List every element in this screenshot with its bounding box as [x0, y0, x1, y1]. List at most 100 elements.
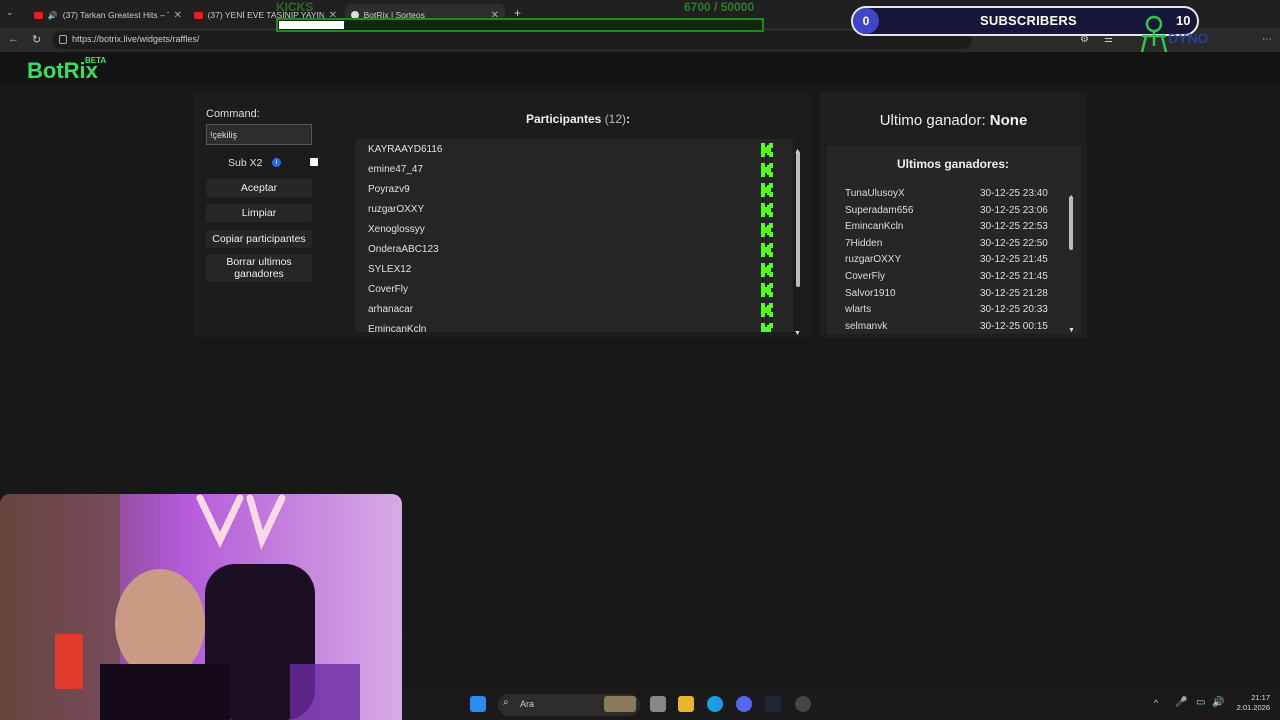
participants-count: (12)	[604, 112, 627, 126]
steam-icon[interactable]	[765, 696, 781, 712]
winner-name: wlarts	[845, 304, 872, 316]
site-info-icon[interactable]	[59, 35, 67, 44]
file-explorer-icon[interactable]	[678, 696, 694, 712]
tab-tarkan[interactable]: 🔊 (37) Tarkan Greatest Hits – Th ✕	[28, 4, 188, 26]
speaker-icon[interactable]: 🔊	[48, 11, 58, 20]
winner-date: 30-12-25 22:50	[980, 237, 1048, 249]
participant-row: OnderaABC123	[355, 240, 793, 260]
clock-time: 21:17	[1251, 693, 1270, 702]
participant-name: Xenoglossyy	[368, 224, 425, 235]
network-icon[interactable]: ▭	[1196, 697, 1205, 708]
kick-icon	[761, 303, 773, 317]
subscribers-label: SUBSCRIBERS	[980, 13, 1077, 28]
last-winner-label: Ultimo ganador:	[879, 112, 986, 129]
url-field[interactable]: https://botrix.live/widgets/raffles/	[52, 31, 972, 49]
copy-participants-button[interactable]: Copiar participantes	[206, 230, 312, 248]
kick-icon	[761, 183, 773, 197]
close-icon[interactable]: ✕	[174, 10, 182, 21]
discord-icon[interactable]	[736, 696, 752, 712]
winners-scrollbar[interactable]	[1069, 196, 1073, 250]
youtube-icon	[194, 11, 203, 19]
winner-row: Superadam656 30-12-25 23:06	[845, 205, 1055, 217]
kicks-goal-count: 6700 / 50000	[684, 0, 755, 14]
windows-start-icon[interactable]	[470, 696, 486, 712]
participant-row: emine47_47	[355, 160, 793, 180]
participant-name: Poyrazv9	[368, 184, 410, 195]
participant-row: KAYRAAYD6116	[355, 140, 793, 160]
reload-icon[interactable]: ↻	[32, 33, 41, 46]
participant-name: arhanacar	[368, 304, 414, 315]
participant-row: Poyrazv9	[355, 180, 793, 200]
winner-name: ruzgarOXXY	[845, 254, 902, 266]
tab-list-chevron-icon[interactable]: ⌄	[6, 7, 14, 18]
kick-icon	[761, 163, 773, 177]
winner-date: 30-12-25 23:06	[980, 204, 1048, 216]
winner-row: selmanyk 30-12-25 00:15	[845, 321, 1055, 329]
microphone-icon[interactable]: 🎤	[1175, 697, 1187, 708]
beta-badge: BETA	[85, 56, 107, 65]
winner-row: 7Hidden 30-12-25 22:50	[845, 238, 1055, 250]
taskbar-clock[interactable]: 21:17 2.01.2026	[1230, 693, 1270, 713]
winner-date: 30-12-25 20:33	[980, 304, 1048, 316]
clock-date: 2.01.2026	[1236, 703, 1270, 712]
kicks-goal-label: KICKS	[276, 0, 314, 14]
kick-icon	[761, 143, 773, 157]
accept-button[interactable]: Aceptar	[206, 179, 312, 197]
kick-icon	[761, 203, 773, 217]
winner-date: 30-12-25 21:45	[980, 254, 1048, 266]
winner-row: EmincanKcln 30-12-25 22:53	[845, 221, 1055, 233]
last-winner-value: None	[989, 112, 1028, 129]
task-view-icon[interactable]	[650, 696, 666, 712]
participant-row: arhanacar	[355, 300, 793, 320]
tray-chevron-icon[interactable]: ^	[1154, 698, 1158, 708]
sub-x2-checkbox[interactable]	[310, 158, 318, 166]
command-input[interactable]	[206, 124, 312, 145]
clear-button[interactable]: Limpiar	[206, 204, 312, 222]
kick-icon	[761, 283, 773, 297]
subscribers-current: 0	[853, 8, 879, 34]
winner-name: Superadam656	[845, 204, 914, 216]
winner-name: 7Hidden	[845, 237, 883, 249]
app-header	[0, 52, 1280, 86]
participant-name: KAYRAAYD6116	[368, 144, 443, 155]
winner-row: wlarts 30-12-25 20:33	[845, 304, 1055, 316]
winner-row: Salvor1910 30-12-25 21:28	[845, 288, 1055, 300]
participant-name: ruzgarOXXY	[368, 204, 425, 215]
participant-row: EmincanKcln	[355, 320, 793, 332]
participant-name: CoverFly	[368, 284, 409, 295]
tab-title: (37) Tarkan Greatest Hits – Th	[62, 10, 169, 20]
scroll-down-arrow-icon[interactable]: ▼	[794, 322, 801, 340]
info-icon[interactable]: i	[272, 158, 281, 167]
winner-row: CoverFly 30-12-25 21:45	[845, 271, 1055, 283]
dyno-mascot-icon	[1140, 15, 1168, 53]
edge-icon[interactable]	[707, 696, 723, 712]
subscribers-goal: 10	[1176, 13, 1191, 28]
participants-scrollbar[interactable]	[796, 151, 800, 287]
back-icon[interactable]: ←	[8, 33, 19, 45]
menu-icon[interactable]: ⋯	[1262, 34, 1272, 45]
participants-colon: :	[626, 112, 631, 126]
kicks-goal-bar	[276, 18, 764, 32]
volume-icon[interactable]: 🔊	[1212, 697, 1224, 708]
winner-name: EmincanKcln	[845, 221, 904, 233]
participants-list[interactable]: KAYRAAYD6116 emine47_47 Poyrazv9 ruzgarOXXY…	[355, 139, 793, 332]
participant-name: OnderaABC123	[368, 244, 439, 255]
youtube-icon	[34, 11, 43, 19]
winners-title: Ultimos ganadores:	[896, 157, 1010, 171]
winner-date: 30-12-25 21:45	[980, 271, 1048, 282]
obs-icon[interactable]	[795, 696, 811, 712]
participant-name: emine47_47	[368, 164, 424, 175]
winner-date: 30-12-25 00:15	[980, 320, 1048, 329]
winner-name: CoverFly	[845, 271, 886, 282]
winner-name: selmanyk	[845, 320, 888, 329]
kicks-goal-fill	[279, 21, 344, 29]
winner-name: Salvor1910	[845, 287, 896, 299]
scroll-down-arrow-icon[interactable]: ▼	[1068, 319, 1075, 337]
winner-date: 30-12-25 22:53	[980, 221, 1048, 233]
kick-icon	[761, 263, 773, 277]
winner-row: TunaUlusoyX 30-12-25 23:40	[845, 188, 1055, 200]
participants-title: Participantes (12):	[508, 112, 648, 126]
delete-winners-button[interactable]: Borrar ultimos ganadores	[206, 254, 312, 282]
participant-name: SYLEX12	[368, 264, 412, 275]
winner-row: ruzgarOXXY 30-12-25 21:45	[845, 254, 1055, 266]
